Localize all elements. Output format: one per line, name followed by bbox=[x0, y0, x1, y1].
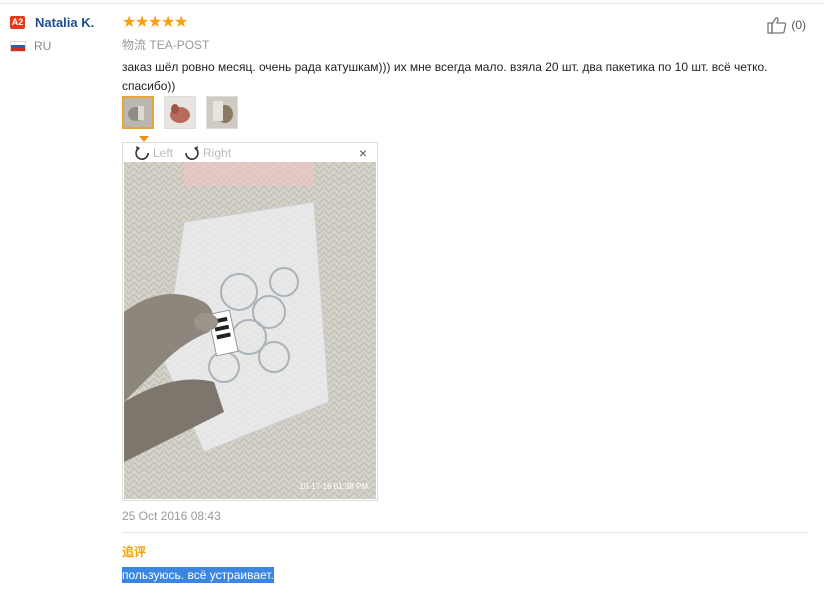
close-viewer-button[interactable]: × bbox=[359, 145, 367, 161]
photo-viewer: Left Right × 10-17-16 01:38 PM bbox=[122, 142, 378, 501]
review-content: ★ ★ ★ ★ ★ 物流 TEA-POST (0) заказ шёл ровн… bbox=[122, 14, 812, 583]
review-date: 25 Oct 2016 08:43 bbox=[122, 509, 221, 523]
additional-review-divider bbox=[122, 532, 808, 533]
star-icon: ★ bbox=[161, 14, 176, 31]
logistics-value: TEA-POST bbox=[149, 38, 210, 52]
photo-thumbnails bbox=[122, 96, 248, 129]
rotate-right-button[interactable]: Right bbox=[183, 145, 231, 161]
rotate-right-icon bbox=[185, 146, 199, 160]
star-icon: ★ bbox=[174, 14, 189, 31]
helpful-button[interactable]: (0) bbox=[767, 16, 806, 34]
star-icon: ★ bbox=[135, 14, 150, 31]
review-photo-image bbox=[124, 162, 376, 499]
rotate-right-label: Right bbox=[203, 146, 232, 160]
star-icon: ★ bbox=[148, 14, 163, 31]
russia-flag-icon bbox=[10, 40, 26, 52]
photo-thumbnail-2[interactable] bbox=[164, 96, 196, 129]
additional-review-label: 追评 bbox=[122, 545, 147, 559]
star-rating: ★ ★ ★ ★ ★ bbox=[122, 14, 812, 31]
thumbs-up-icon bbox=[767, 17, 787, 34]
top-divider bbox=[0, 3, 824, 4]
logistics-info: 物流 TEA-POST bbox=[122, 36, 812, 53]
reviewer-name[interactable]: Natalia K. bbox=[35, 15, 94, 30]
review-text: заказ шёл ровно месяц. очень рада катушк… bbox=[122, 60, 768, 93]
reviewer-info: A2 Natalia K. RU bbox=[10, 14, 115, 53]
rotate-left-button[interactable]: Left bbox=[133, 145, 173, 161]
additional-review-text: пользуюсь. всё устраивает. bbox=[122, 567, 274, 583]
logistics-label: 物流 bbox=[122, 38, 147, 52]
buyer-level-badge: A2 bbox=[10, 16, 25, 29]
star-icon: ★ bbox=[122, 14, 137, 31]
rotate-left-label: Left bbox=[153, 146, 174, 160]
photo-thumbnail-1[interactable] bbox=[122, 96, 154, 129]
reviewer-country: RU bbox=[34, 39, 52, 53]
rotate-left-icon bbox=[135, 146, 149, 160]
photo-thumbnail-3[interactable] bbox=[206, 96, 238, 129]
helpful-count: (0) bbox=[791, 18, 806, 32]
review-photo: 10-17-16 01:38 PM bbox=[124, 162, 376, 499]
photo-timestamp: 10-17-16 01:38 PM bbox=[299, 482, 369, 491]
viewer-toolbar: Left Right × bbox=[123, 143, 377, 163]
